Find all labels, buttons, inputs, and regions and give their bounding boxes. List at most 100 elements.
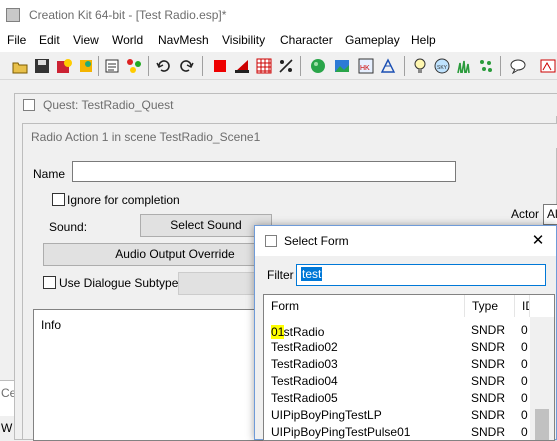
background-window: Ce W — [0, 380, 16, 435]
app-title: Creation Kit 64-bit - [Test Radio.esp]* — [29, 8, 227, 22]
radio-action-titlebar[interactable]: Radio Action 1 in scene TestRadio_Scene1 — [23, 124, 557, 148]
data-icon[interactable] — [56, 58, 72, 74]
id-cell: 0 — [521, 425, 528, 439]
sky-icon[interactable]: SKY — [434, 58, 450, 74]
radio-action-title: Radio Action 1 in scene TestRadio_Scene1 — [31, 130, 261, 144]
actor-label: Actor — [511, 207, 540, 221]
window-icon — [265, 235, 277, 247]
type-cell: SNDR — [471, 408, 506, 422]
filter-input[interactable]: test — [296, 264, 546, 286]
id-cell: 0 — [521, 408, 528, 422]
navmesh-icon[interactable] — [380, 58, 396, 74]
preferences-icon[interactable] — [78, 58, 94, 74]
id-cell: 0 — [521, 340, 528, 354]
svg-text:SKY: SKY — [437, 65, 448, 71]
id-cell: 0 — [521, 357, 528, 371]
menubar: File Edit View World NavMesh Visibility … — [0, 30, 557, 52]
table-row[interactable]: UIPipBoyPingTestLP SNDR 0 — [264, 406, 530, 423]
filter-label: Filter — [267, 268, 294, 282]
table-row[interactable]: TestRadio02 SNDR 0 — [264, 338, 530, 355]
menu-world[interactable]: World — [112, 33, 143, 47]
table-row[interactable]: TestRadio03 SNDR 0 — [264, 355, 530, 372]
use-dialogue-subtype-label: Use Dialogue Subtype — [59, 276, 179, 290]
toolbar-separator — [500, 56, 501, 76]
actor-dropdown[interactable]: Ali — [543, 204, 557, 225]
toolbar-separator — [404, 56, 405, 76]
grass-icon[interactable] — [456, 58, 472, 74]
info-label: Info — [41, 318, 62, 332]
type-cell: SNDR — [471, 323, 506, 337]
column-header-type[interactable]: Type — [465, 295, 515, 317]
properties-icon[interactable] — [104, 58, 120, 74]
type-cell: SNDR — [471, 391, 506, 405]
save-icon[interactable] — [34, 58, 50, 74]
snap-icon[interactable] — [278, 58, 294, 74]
type-cell: SNDR — [471, 357, 506, 371]
type-cell: SNDR — [471, 340, 506, 354]
menu-file[interactable]: File — [7, 33, 26, 47]
quest-window-title: Quest: TestRadio_Quest — [43, 98, 174, 112]
cell-icon[interactable] — [212, 58, 228, 74]
sphere-icon[interactable] — [310, 58, 326, 74]
ignore-for-completion-label: Ignore for completion — [67, 193, 180, 207]
quest-window-titlebar[interactable]: Quest: TestRadio_Quest — [15, 94, 557, 116]
lightbulb-icon[interactable] — [412, 58, 428, 74]
app-titlebar: Creation Kit 64-bit - [Test Radio.esp]* — [0, 0, 557, 30]
menu-visibility[interactable]: Visibility — [222, 33, 265, 47]
background-window-label: W — [1, 421, 13, 435]
type-cell: SNDR — [471, 425, 506, 439]
toolbar-separator — [300, 56, 301, 76]
undo-icon[interactable] — [156, 58, 172, 74]
toolbar-separator — [98, 56, 99, 76]
extra-icon[interactable] — [540, 58, 556, 74]
svg-text:HK: HK — [360, 65, 370, 72]
sound-label: Sound: — [49, 220, 88, 234]
menu-edit[interactable]: Edit — [39, 33, 60, 47]
form-cell: TestRadio05 — [271, 391, 338, 405]
landscape-edit-icon[interactable] — [334, 58, 350, 74]
vertical-scrollbar[interactable] — [530, 317, 554, 440]
filter-input-value: test — [301, 267, 323, 281]
table-row[interactable]: UIPipBoyPingTestPulse01 SNDR 0 — [264, 423, 530, 440]
id-cell: 0 — [521, 374, 528, 388]
column-header-id[interactable]: ID — [515, 295, 530, 317]
references-icon[interactable] — [126, 58, 142, 74]
window-icon — [23, 99, 35, 111]
table-row[interactable]: TestRadio 01 SNDR 0 — [264, 321, 530, 339]
form-cell: UIPipBoyPingTestPulse01 — [271, 425, 411, 439]
column-header-form[interactable]: Form — [264, 295, 465, 317]
redo-icon[interactable] — [178, 58, 194, 74]
form-cell: TestRadio02 — [271, 340, 338, 354]
use-dialogue-subtype-checkbox[interactable] — [43, 276, 56, 289]
type-cell: SNDR — [471, 374, 506, 388]
filter-match-highlight: 01 — [271, 325, 285, 339]
name-input[interactable] — [72, 161, 456, 182]
menu-gameplay[interactable]: Gameplay — [345, 33, 400, 47]
toolbar: HK SKY — [0, 52, 557, 80]
scrollbar-thumb[interactable] — [535, 409, 549, 440]
select-form-title: Select Form — [284, 234, 349, 248]
havok-icon[interactable]: HK — [358, 58, 374, 74]
menu-character[interactable]: Character — [280, 33, 333, 47]
select-sound-button[interactable]: Select Sound — [140, 214, 272, 237]
name-label: Name — [33, 167, 66, 181]
toolbar-separator — [148, 56, 149, 76]
landscape-icon[interactable] — [234, 58, 250, 74]
form-list[interactable]: Form Type ID TestRadio01 SNDR 0 TestRadi… — [263, 294, 555, 441]
ignore-for-completion-checkbox[interactable] — [52, 193, 65, 206]
grid-icon[interactable] — [256, 58, 272, 74]
table-row[interactable]: TestRadio05 SNDR 0 — [264, 389, 530, 406]
dots-icon[interactable] — [478, 58, 494, 74]
app-icon — [6, 8, 20, 22]
close-icon[interactable]: ✕ — [525, 230, 551, 252]
menu-help[interactable]: Help — [411, 33, 436, 47]
chat-icon[interactable] — [510, 58, 526, 74]
select-form-titlebar[interactable]: Select Form ✕ — [255, 226, 556, 256]
menu-view[interactable]: View — [73, 33, 99, 47]
table-row[interactable]: TestRadio04 SNDR 0 — [264, 372, 530, 389]
id-cell: 0 — [521, 323, 528, 337]
open-icon[interactable] — [12, 58, 28, 74]
menu-navmesh[interactable]: NavMesh — [158, 33, 209, 47]
info-panel: Info — [33, 309, 273, 441]
form-cell: UIPipBoyPingTestLP — [271, 408, 382, 422]
